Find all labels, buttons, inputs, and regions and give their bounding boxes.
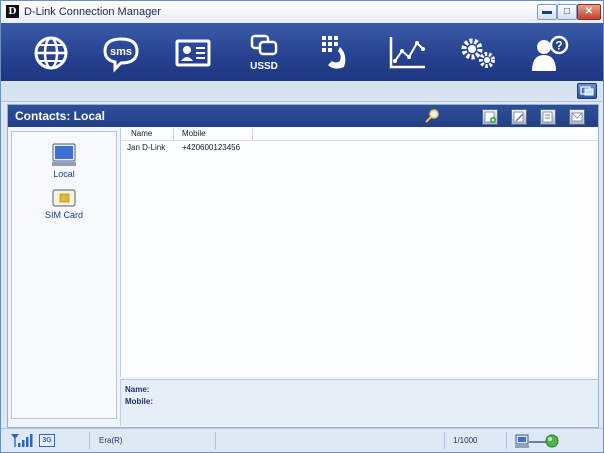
- minimize-button[interactable]: ▬: [537, 4, 557, 20]
- statistics-chart-icon: [389, 37, 425, 69]
- search-icon: [425, 109, 439, 123]
- contacts-card-icon: [175, 39, 211, 67]
- svg-text:?: ?: [555, 39, 562, 53]
- nav-item-local[interactable]: Local: [12, 143, 116, 179]
- detail-mobile-label: Mobile:: [125, 397, 153, 406]
- monitor-icon: [52, 143, 76, 166]
- column-header-mobile[interactable]: Mobile: [182, 129, 206, 138]
- settings-gears-icon: [461, 38, 495, 68]
- statistics-button[interactable]: [387, 33, 427, 73]
- nav-item-label: SIM Card: [44, 210, 83, 220]
- dialer-button[interactable]: [314, 33, 354, 73]
- column-separator: [173, 128, 174, 140]
- app-window: D D-Link Connection Manager ▬ □ ✕ sms US…: [0, 0, 604, 453]
- maximize-button[interactable]: □: [557, 4, 577, 20]
- main-toolbar: sms USSD ?: [1, 23, 603, 81]
- sms-label: sms: [110, 46, 132, 58]
- help-button[interactable]: ?: [530, 33, 570, 73]
- help-user-icon: ?: [532, 35, 569, 71]
- contact-mobile: +420600123456: [182, 143, 241, 152]
- ussd-label: USSD: [250, 61, 278, 72]
- status-separator: [444, 432, 445, 449]
- detail-name-label: Name:: [125, 385, 150, 394]
- status-separator: [89, 432, 90, 449]
- nav-item-sim-card[interactable]: SIM Card: [12, 188, 116, 220]
- contact-name: Jan D-Link: [127, 143, 166, 152]
- add-contact-icon: [484, 111, 496, 123]
- contacts-panel: Contacts: Local Local SIM Card Name Mobi…: [7, 104, 599, 428]
- page-title: Contacts: Local: [15, 109, 106, 123]
- window-switch-icon: [580, 86, 594, 96]
- sim-card-icon: [52, 189, 76, 207]
- globe-icon: [34, 36, 68, 70]
- ussd-icon: USSD: [250, 34, 278, 72]
- edit-contact-icon: [513, 111, 524, 123]
- settings-button[interactable]: [458, 33, 498, 73]
- signal-strength-icon: [11, 434, 33, 447]
- status-bar: 3G Era(R) 1/1000: [1, 428, 603, 452]
- edit-contact-button[interactable]: [511, 109, 527, 125]
- contacts-list[interactable]: Name Mobile Jan D-Link +420600123456: [120, 128, 598, 377]
- ussd-button[interactable]: USSD: [244, 33, 284, 73]
- nav-item-label: Local: [53, 169, 75, 179]
- delete-contact-button[interactable]: [540, 109, 556, 125]
- operator-name: Era(R): [99, 436, 123, 445]
- column-header-name[interactable]: Name: [131, 129, 152, 138]
- sub-toolbar: [1, 81, 603, 102]
- column-separator: [252, 128, 253, 140]
- sms-button[interactable]: sms: [101, 33, 141, 73]
- table-header: Name Mobile: [121, 128, 598, 141]
- search-contact-button[interactable]: [424, 108, 440, 124]
- connection-status-icon: [515, 434, 559, 448]
- phone-dialpad-icon: [322, 36, 346, 69]
- delete-contact-icon: [542, 111, 553, 123]
- close-button[interactable]: ✕: [577, 4, 601, 20]
- sms-icon: sms: [103, 37, 139, 73]
- window-title: D-Link Connection Manager: [24, 6, 161, 18]
- title-bar[interactable]: D D-Link Connection Manager ▬ □ ✕: [1, 1, 603, 24]
- contacts-button[interactable]: [173, 33, 213, 73]
- status-separator: [215, 432, 216, 449]
- send-message-button[interactable]: [569, 109, 585, 125]
- contacts-source-nav: Local SIM Card: [11, 131, 117, 419]
- app-logo-icon: D: [6, 5, 19, 18]
- contacts-counter: 1/1000: [453, 436, 478, 445]
- contacts-header: Contacts: Local: [8, 105, 598, 127]
- switch-view-button[interactable]: [577, 83, 597, 99]
- contact-detail: Name: Mobile:: [120, 379, 598, 426]
- envelope-icon: [571, 112, 583, 122]
- status-separator: [506, 432, 507, 449]
- internet-button[interactable]: [31, 33, 71, 73]
- table-row[interactable]: Jan D-Link +420600123456: [121, 142, 598, 154]
- network-type-badge: 3G: [39, 434, 55, 447]
- add-contact-button[interactable]: [482, 109, 498, 125]
